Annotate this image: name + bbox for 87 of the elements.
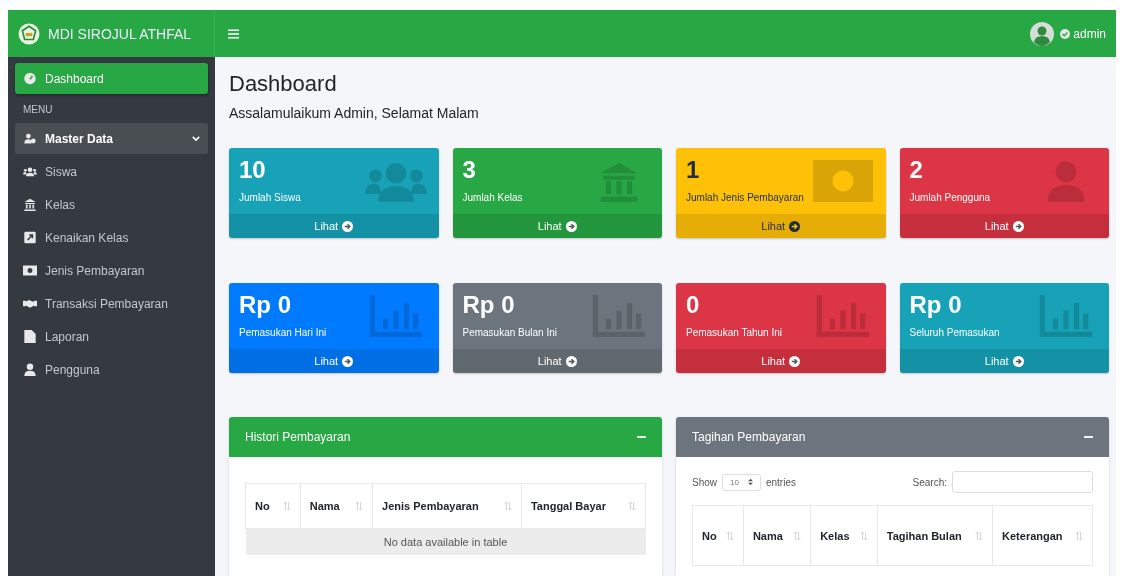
arrow-circle-icon: [789, 220, 801, 232]
card-footer-link[interactable]: Lihat: [899, 214, 1109, 238]
column-header[interactable]: Tagihan Bulan: [877, 505, 993, 566]
brand-title: MDI SIROJUL ATHFAL: [48, 25, 192, 42]
arrow-circle-icon: [1012, 220, 1024, 232]
panel-title: Histori Pembayaran: [245, 430, 351, 444]
sidebar-item[interactable]: Jenis Pembayaran: [15, 255, 208, 286]
show-label: Show: [692, 476, 717, 488]
panel-title: Tagihan Pembayaran: [692, 430, 806, 444]
document-icon: [23, 330, 37, 343]
arrow-circle-icon: [789, 355, 801, 367]
sort-icon: [628, 501, 636, 511]
users-cog-icon: [23, 132, 37, 145]
sidebar-item[interactable]: Master Data: [15, 123, 208, 154]
stat-value: Rp 0: [462, 291, 515, 319]
column-header[interactable]: No: [245, 483, 301, 529]
sort-icon: [859, 530, 868, 541]
updown-icon: [747, 478, 753, 486]
card-footer-link[interactable]: Lihat: [452, 349, 662, 373]
bank-icon: [23, 198, 37, 211]
column-header[interactable]: Tanggal Bayar: [521, 483, 646, 529]
sidebar-item[interactable]: Transaksi Pembayaran: [15, 288, 208, 319]
greeting-text: Assalamulaikum Admin, Selamat Malam: [229, 105, 480, 121]
stat-label: Pemasukan Bulan Ini: [462, 327, 557, 338]
column-header[interactable]: Jenis Pembayaran: [372, 483, 522, 529]
card-footer-link[interactable]: Lihat: [676, 214, 886, 238]
search-field[interactable]: [952, 471, 1093, 493]
stat-value: 10: [239, 156, 266, 184]
logo-icon: [18, 22, 40, 45]
stat-label: Jumlah Jenis Pembayaran: [686, 192, 804, 203]
sidebar-item[interactable]: Kenaikan Kelas: [15, 222, 208, 253]
chevron-icon: [192, 135, 200, 142]
column-header[interactable]: Nama: [300, 483, 373, 529]
column-header[interactable]: Keterangan: [992, 505, 1093, 566]
arrow-circle-icon: [1012, 355, 1024, 367]
sort-icon: [282, 501, 291, 511]
stat-label: Pemasukan Hari Ini: [239, 327, 327, 338]
page-size-select[interactable]: 10: [722, 473, 761, 491]
sort-icon: [503, 501, 512, 511]
arrow-circle-icon: [342, 355, 354, 367]
section-label: MENU: [22, 103, 54, 117]
search-label: Search:: [912, 476, 947, 488]
sort-icon: [975, 530, 984, 541]
stat-value: 3: [462, 156, 476, 184]
stat-value: 1: [686, 156, 700, 184]
handshake-icon: [23, 297, 37, 310]
column-header[interactable]: Kelas: [810, 505, 878, 566]
sort-icon: [1075, 530, 1083, 541]
sidebar-item[interactable]: Siswa: [15, 156, 208, 187]
avatar-icon[interactable]: [1030, 21, 1055, 46]
users-icon: [364, 160, 427, 202]
sort-icon: [355, 501, 364, 511]
stat-label: Jumlah Pengguna: [909, 192, 991, 203]
column-header[interactable]: No: [692, 505, 744, 566]
check-circle-icon: [1060, 28, 1071, 39]
money-bill-icon: [23, 264, 37, 277]
sidebar-item[interactable]: Kelas: [15, 189, 208, 220]
page-title: Dashboard: [229, 71, 338, 97]
card-footer-link[interactable]: Lihat: [676, 349, 886, 373]
stat-value: 2: [909, 156, 923, 184]
sort-icon: [725, 530, 734, 541]
card-footer-link[interactable]: Lihat: [899, 349, 1109, 373]
card-footer-link[interactable]: Lihat: [229, 349, 439, 373]
sidebar-item[interactable]: Laporan: [15, 321, 208, 352]
sidebar-item[interactable]: Pengguna: [15, 354, 208, 385]
stat-label: Seluruh Pemasukan: [909, 327, 1000, 338]
arrow-circle-icon: [565, 220, 577, 232]
card-footer-link[interactable]: Lihat: [452, 214, 662, 238]
arrow-circle-icon: [565, 355, 577, 367]
stat-value: Rp 0: [239, 291, 291, 319]
stat-value: Rp 0: [909, 291, 962, 319]
user-icon: [23, 363, 37, 376]
card-footer-link[interactable]: Lihat: [229, 214, 439, 238]
stat-label: Jumlah Siswa: [239, 192, 301, 203]
column-header[interactable]: Nama: [743, 505, 811, 566]
menu-icon[interactable]: [228, 28, 239, 39]
empty-table-message: No data available in table: [245, 528, 646, 555]
external-link-icon: [23, 231, 37, 244]
users-icon: [23, 165, 37, 178]
arrow-circle-icon: [342, 220, 354, 232]
stat-value: 0: [686, 291, 700, 319]
gauge-icon: [23, 72, 37, 85]
stat-label: Jumlah Kelas: [462, 192, 523, 203]
entries-label: entries: [765, 476, 796, 488]
sort-icon: [793, 530, 802, 541]
money-bill-icon: [811, 160, 874, 202]
stat-label: Pemasukan Tahun Ini: [686, 327, 782, 338]
